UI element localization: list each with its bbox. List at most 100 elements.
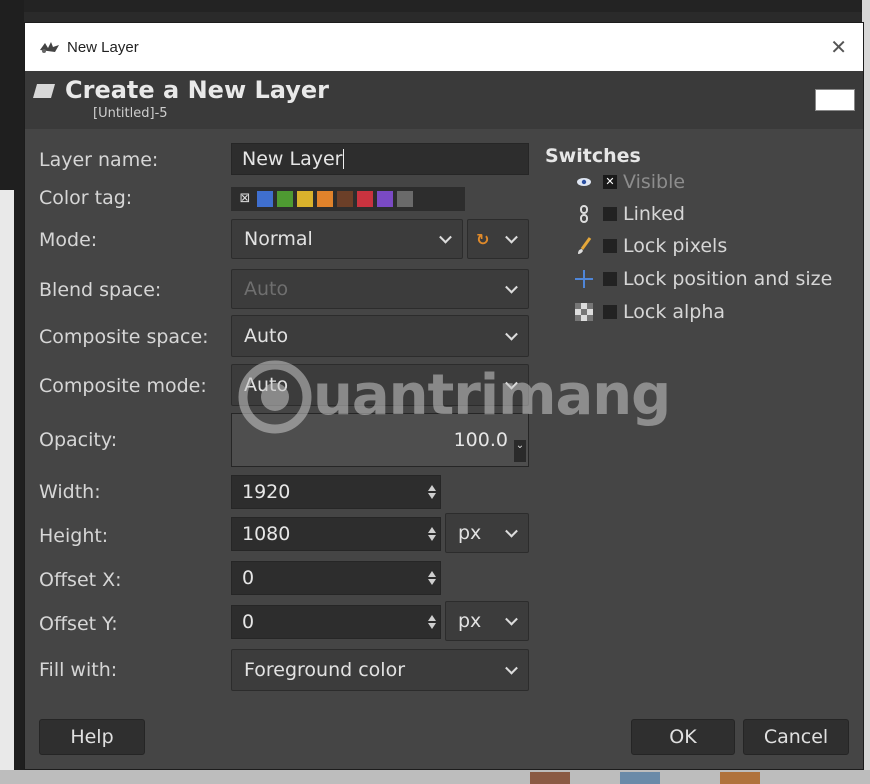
color-tag-gray[interactable]: [397, 191, 413, 207]
window-titlebar[interactable]: New Layer ✕: [25, 23, 863, 71]
thumbnail-tile: [720, 772, 760, 784]
layer-name-input[interactable]: New Layer: [231, 143, 529, 175]
move-cross-icon: [573, 268, 595, 290]
window-title: New Layer: [67, 38, 139, 56]
color-tag-brown[interactable]: [337, 191, 353, 207]
color-tag-red[interactable]: [357, 191, 373, 207]
desktop-background-bottom: [0, 770, 870, 784]
color-tag-none-icon[interactable]: ⊠: [237, 191, 253, 207]
switch-label: Linked: [623, 203, 685, 225]
offset-unit-select[interactable]: px: [445, 601, 529, 641]
opacity-label: Opacity:: [39, 429, 118, 451]
lock-alpha-checkbox[interactable]: [603, 305, 617, 319]
composite-mode-label: Composite mode:: [39, 375, 207, 397]
layer-preview-thumbnail: [815, 89, 855, 111]
layer-icon: [33, 84, 55, 98]
chevron-down-icon: [505, 612, 518, 626]
switch-lock-alpha[interactable]: Lock alpha: [573, 301, 725, 323]
text-cursor: [343, 149, 345, 169]
desktop-background-top: [0, 0, 870, 12]
mode-select[interactable]: Normal: [231, 219, 463, 259]
gimp-wilber-icon: [40, 42, 59, 53]
fill-with-select[interactable]: Foreground color: [231, 649, 529, 691]
color-tag-violet[interactable]: [377, 191, 393, 207]
switch-lock-position[interactable]: Lock position and size: [573, 268, 832, 290]
opacity-spin-icon[interactable]: ⌄: [514, 440, 526, 462]
chevron-down-icon: [505, 327, 518, 341]
visible-checkbox[interactable]: ✕: [603, 175, 617, 189]
mode-label: Mode:: [39, 229, 98, 251]
opacity-slider[interactable]: 100.0 ⌄: [231, 413, 529, 467]
mode-group-select[interactable]: ↻: [467, 219, 529, 259]
offset-x-value: 0: [242, 567, 255, 589]
chevron-down-icon: [505, 376, 518, 390]
chevron-down-icon: [505, 280, 518, 294]
fill-with-label: Fill with:: [39, 659, 118, 681]
cancel-button[interactable]: Cancel: [743, 719, 849, 755]
height-input[interactable]: 1080: [231, 517, 441, 551]
switch-label: Lock pixels: [623, 235, 728, 257]
dialog-header: Create a New Layer [Untitled]-5: [25, 71, 863, 129]
switch-visible[interactable]: ✕ Visible: [573, 171, 685, 193]
paintbrush-icon: [573, 235, 595, 257]
offset-unit-value: px: [458, 610, 482, 632]
new-layer-dialog: New Layer ✕ Create a New Layer [Untitled…: [24, 22, 864, 770]
chevron-down-icon: [439, 230, 452, 244]
dialog-title: Create a New Layer: [65, 76, 329, 104]
thumbnail-tile: [620, 772, 660, 784]
composite-space-value: Auto: [244, 325, 289, 347]
width-input[interactable]: 1920: [231, 475, 441, 509]
image-name: [Untitled]-5: [93, 106, 168, 121]
composite-space-select[interactable]: Auto: [231, 315, 529, 357]
width-value: 1920: [242, 481, 291, 503]
color-tag-green[interactable]: [277, 191, 293, 207]
switch-label: Lock position and size: [623, 268, 833, 290]
lock-pixels-checkbox[interactable]: [603, 239, 617, 253]
chevron-down-icon: [505, 230, 518, 244]
offset-y-value: 0: [242, 611, 255, 633]
switch-label: Lock alpha: [623, 301, 726, 323]
color-tag-blue[interactable]: [257, 191, 273, 207]
height-value: 1080: [242, 523, 291, 545]
fill-with-value: Foreground color: [244, 659, 406, 681]
color-tag-yellow[interactable]: [297, 191, 313, 207]
lock-position-checkbox[interactable]: [603, 272, 617, 286]
opacity-value: 100.0: [453, 429, 508, 451]
color-tag-selector[interactable]: ⊠: [231, 187, 465, 211]
switch-linked[interactable]: Linked: [573, 203, 685, 225]
linked-checkbox[interactable]: [603, 207, 617, 221]
chevron-down-icon: [505, 524, 518, 538]
chain-link-icon: [573, 203, 595, 225]
offset-y-spinner-icon[interactable]: [428, 615, 436, 629]
mode-value: Normal: [244, 228, 313, 250]
color-tag-label: Color tag:: [39, 187, 133, 209]
composite-space-label: Composite space:: [39, 326, 209, 348]
color-tag-orange[interactable]: [317, 191, 333, 207]
blend-space-value: Auto: [244, 278, 289, 300]
chevron-down-icon: [505, 661, 518, 675]
thumbnail-tile: [530, 772, 570, 784]
help-button[interactable]: Help: [39, 719, 145, 755]
offset-x-spinner-icon[interactable]: [428, 571, 436, 585]
offset-y-input[interactable]: 0: [231, 605, 441, 639]
height-spinner-icon[interactable]: [428, 527, 436, 541]
layer-name-value: New Layer: [242, 148, 343, 170]
blend-space-select[interactable]: Auto: [231, 269, 529, 309]
checkerboard-icon: [573, 301, 595, 323]
ok-button[interactable]: OK: [631, 719, 735, 755]
switch-label: Visible: [623, 171, 686, 193]
offset-y-label: Offset Y:: [39, 613, 118, 635]
blend-space-label: Blend space:: [39, 279, 162, 301]
height-label: Height:: [39, 525, 109, 547]
close-icon[interactable]: ✕: [830, 35, 847, 59]
layer-name-label: Layer name:: [39, 149, 159, 171]
composite-mode-select[interactable]: Auto: [231, 364, 529, 406]
width-label: Width:: [39, 481, 101, 503]
composite-mode-value: Auto: [244, 374, 289, 396]
switches-heading: Switches: [545, 145, 641, 167]
width-spinner-icon[interactable]: [428, 485, 436, 499]
offset-x-input[interactable]: 0: [231, 561, 441, 595]
offset-x-label: Offset X:: [39, 569, 122, 591]
switch-lock-pixels[interactable]: Lock pixels: [573, 235, 727, 257]
size-unit-select[interactable]: px: [445, 513, 529, 553]
